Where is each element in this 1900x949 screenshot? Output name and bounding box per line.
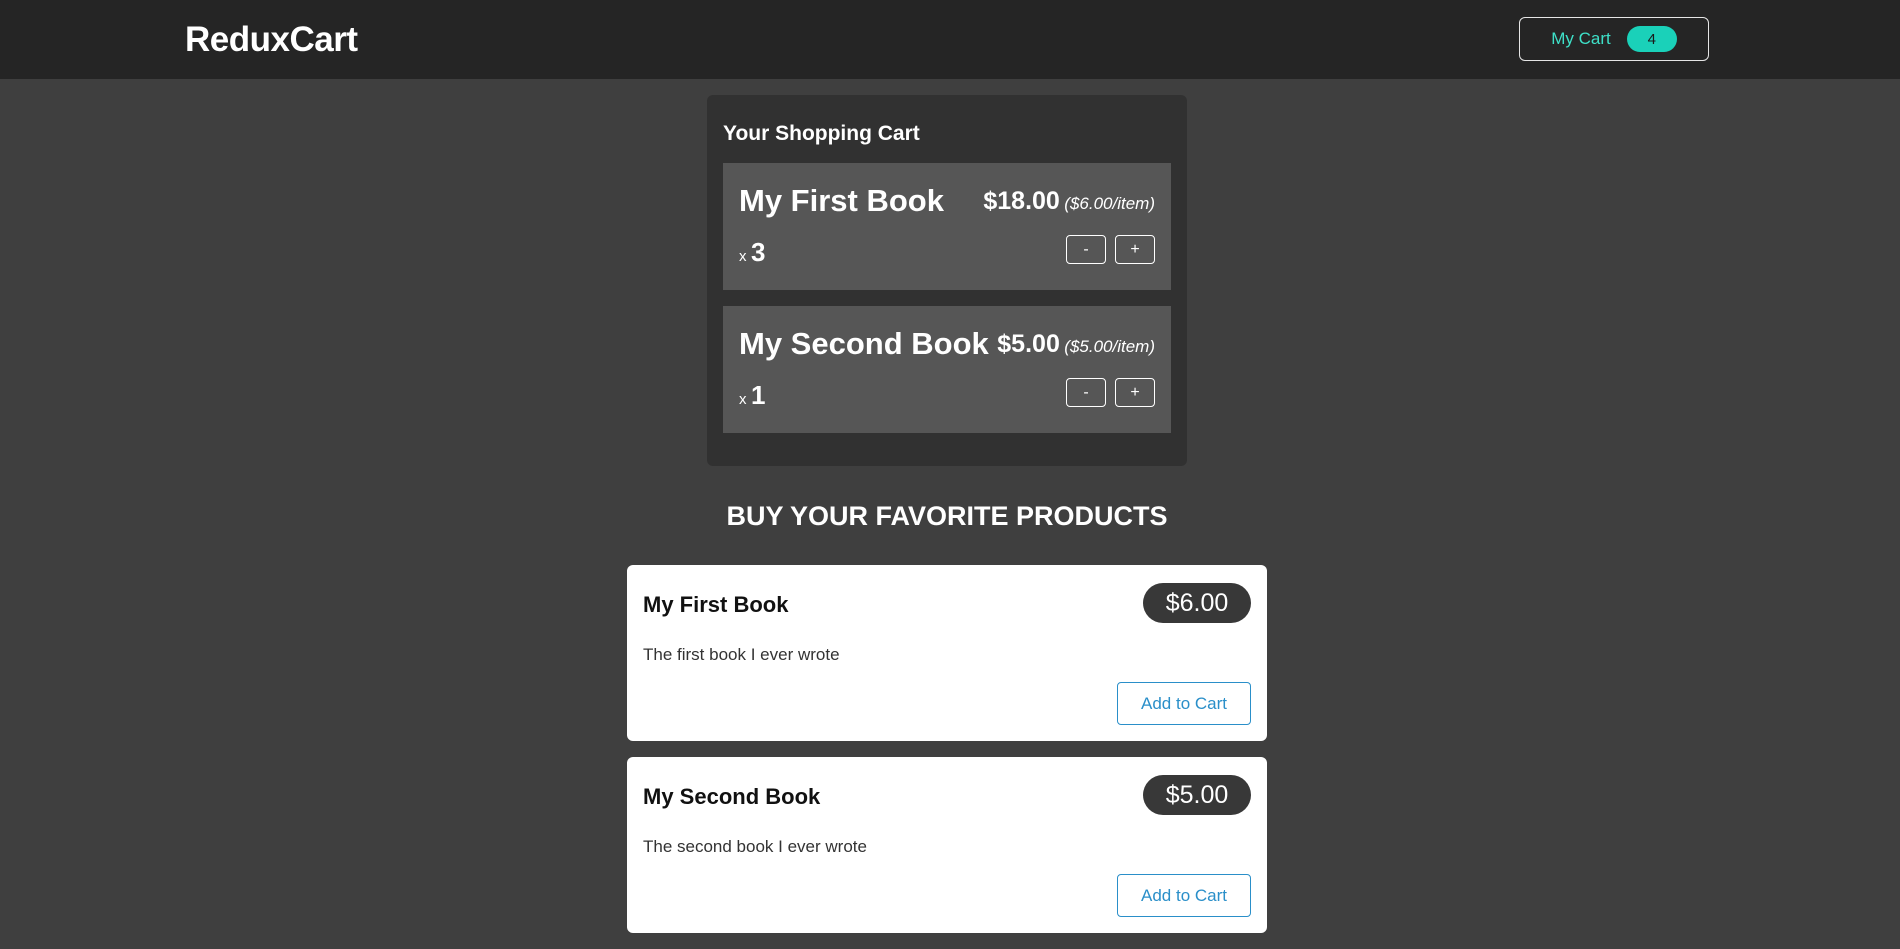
cart-item-unit-price: ($6.00/item) [1064,194,1155,213]
cart-item-price: $18.00 ($6.00/item) [983,187,1155,216]
cart-item-actions: - + [1066,378,1155,407]
increment-button[interactable]: + [1115,378,1155,407]
product-card: My Second Book $5.00 The second book I e… [627,757,1267,933]
cart-item-price: $5.00 ($5.00/item) [997,330,1155,359]
cart-item-title: My Second Book [739,326,989,361]
decrement-button[interactable]: - [1066,235,1106,264]
shopping-cart-panel: Your Shopping Cart My First Book $18.00 … [707,95,1187,466]
add-to-cart-button[interactable]: Add to Cart [1117,874,1251,917]
decrement-button[interactable]: - [1066,378,1106,407]
product-title: My First Book [643,592,789,617]
cart-item-total: $5.00 [997,330,1060,358]
products-section-title: BUY YOUR FAVORITE PRODUCTS [726,501,1168,531]
cart-item: My Second Book $5.00 ($5.00/item) x 1 - … [723,306,1171,433]
add-to-cart-button[interactable]: Add to Cart [1117,682,1251,725]
quantity-prefix: x [739,391,747,408]
product-description: The first book I ever wrote [643,645,840,664]
cart-item-quantity: x 1 [739,380,765,411]
product-title: My Second Book [643,784,821,809]
main-header: ReduxCart My Cart 4 [0,0,1900,79]
cart-item: My First Book $18.00 ($6.00/item) x 3 - … [723,163,1171,290]
cart-item-title: My First Book [739,183,944,218]
my-cart-label: My Cart [1551,29,1611,48]
cart-count-badge: 4 [1626,26,1677,52]
quantity-prefix: x [739,248,747,265]
my-cart-button[interactable]: My Cart 4 [1519,17,1709,61]
cart-title: Your Shopping Cart [723,122,920,145]
product-price-badge: $6.00 [1143,583,1251,623]
cart-item-unit-price: ($5.00/item) [1064,337,1155,356]
quantity-value: 3 [750,237,766,267]
product-card: My First Book $6.00 The first book I eve… [627,565,1267,741]
increment-button[interactable]: + [1115,235,1155,264]
cart-item-actions: - + [1066,235,1155,264]
quantity-value: 1 [750,380,766,410]
cart-item-total: $18.00 [983,187,1060,215]
cart-item-quantity: x 3 [739,237,765,268]
product-price-badge: $5.00 [1143,775,1251,815]
app-logo: ReduxCart [185,20,358,59]
product-description: The second book I ever wrote [643,837,867,856]
product-list: My First Book $6.00 The first book I eve… [627,565,1267,949]
